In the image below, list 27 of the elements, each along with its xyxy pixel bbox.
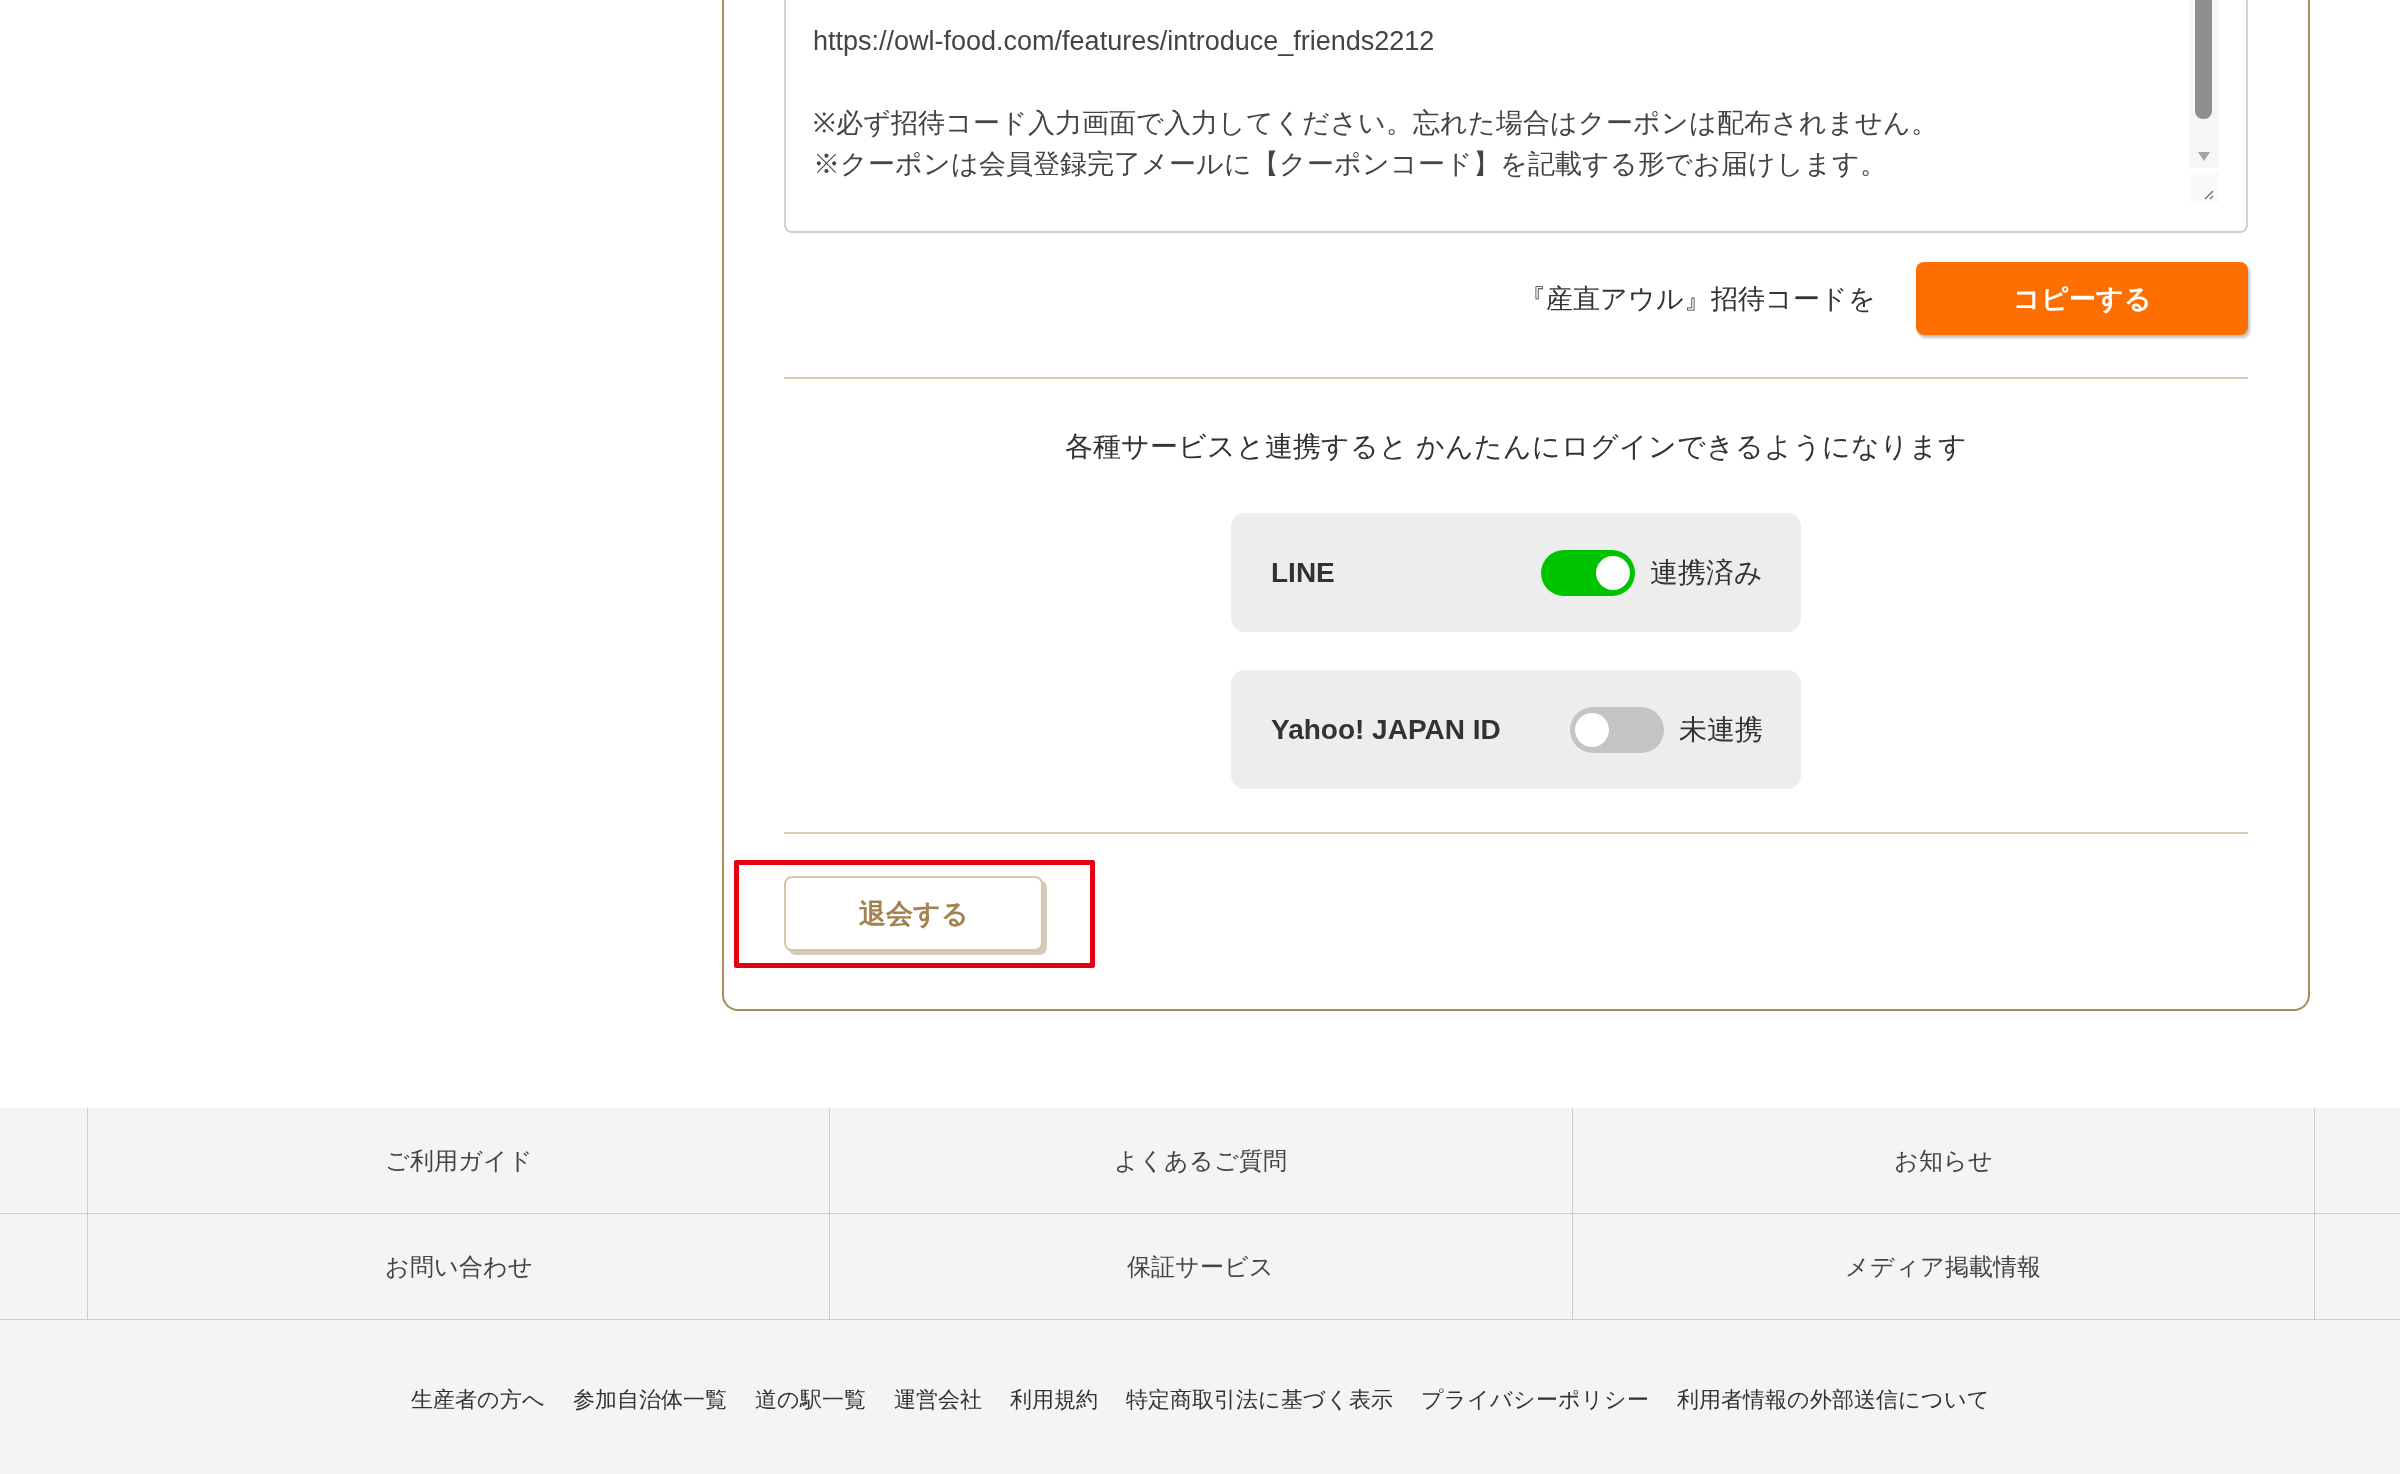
footer-nav-link[interactable]: よくあるご質問 xyxy=(830,1108,1573,1213)
footer-nav-link[interactable]: メディア掲載情報 xyxy=(1572,1214,2315,1319)
message-textarea[interactable]: https://owl-food.com/features/introduce_friends2212 ※必ず招待コード入力画面で入力してください。忘れた場合はクーポンは配布されません。 ※クーポンは会員登録完了メールに【クーポンコード】を記載する形でお届けします。 xyxy=(784,0,2248,233)
resize-grip-icon[interactable] xyxy=(2191,172,2219,203)
service-name: LINE xyxy=(1271,556,1336,589)
footer-nav-link[interactable]: お知らせ xyxy=(1572,1108,2315,1213)
footer-nav-link[interactable]: 保証サービス xyxy=(830,1214,1573,1319)
link-toggle-switch[interactable] xyxy=(1541,549,1635,596)
footer-link[interactable]: 特定商取引法に基づく表示 xyxy=(1125,1385,1393,1415)
scrollbar-thumb[interactable] xyxy=(2195,0,2212,119)
services-intro-text: 各種サービスと連携すると かんたんにログインできるようになります xyxy=(1064,430,1968,464)
footer-link[interactable]: 利用規約 xyxy=(1009,1385,1098,1415)
footer-nav-link[interactable]: お問い合わせ xyxy=(88,1214,831,1319)
footer-link[interactable]: 参加自治体一覧 xyxy=(572,1385,727,1415)
link-status-text: 未連携 xyxy=(1679,712,1763,747)
footer-link[interactable]: 道の駅一覧 xyxy=(754,1385,866,1415)
link-toggle-switch[interactable] xyxy=(1570,706,1664,753)
footer-link[interactable]: 生産者の方へ xyxy=(410,1385,545,1415)
service-name: Yahoo! JAPAN ID xyxy=(1271,713,1502,746)
footer-link[interactable]: 利用者情報の外部送信について xyxy=(1676,1385,1990,1415)
footer-link[interactable]: プライバシーポリシー xyxy=(1420,1385,1649,1415)
invite-code-label: 『産直アウル』招待コードを xyxy=(1519,282,1876,316)
down-arrow-icon[interactable] xyxy=(2198,152,2210,161)
footer-nav-link[interactable]: ご利用ガイド xyxy=(88,1108,831,1213)
scrollbar-track[interactable] xyxy=(2189,0,2219,168)
footer-link[interactable]: 運営会社 xyxy=(893,1385,982,1415)
link-status-text: 連携済み xyxy=(1650,555,1763,590)
